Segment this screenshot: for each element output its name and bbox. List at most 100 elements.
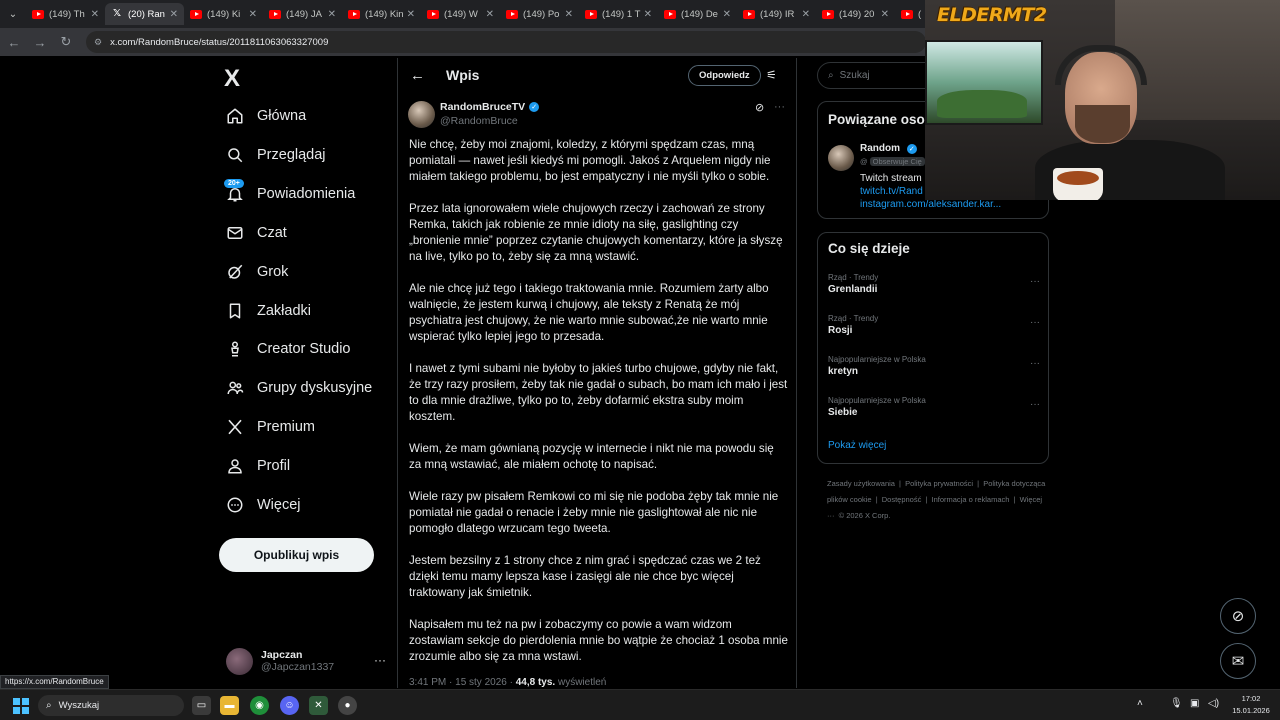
bookmark-icon bbox=[224, 300, 246, 322]
x-logo-icon[interactable]: X bbox=[224, 65, 240, 93]
close-tab-icon[interactable]: ✕ bbox=[249, 9, 257, 20]
view-count: 44,8 tys. bbox=[515, 677, 556, 688]
site-info-icon[interactable]: ⚙ bbox=[94, 37, 102, 48]
browser-tab[interactable]: (149) Th ✕ bbox=[26, 3, 105, 25]
close-tab-icon[interactable]: ✕ bbox=[407, 9, 415, 20]
close-tab-icon[interactable]: ✕ bbox=[644, 9, 652, 20]
back-arrow-icon[interactable]: ← bbox=[410, 67, 425, 84]
footer-link[interactable]: © 2026 X Corp. bbox=[839, 511, 891, 520]
browser-tab[interactable]: (149) Po ✕ bbox=[500, 3, 579, 25]
more-icon[interactable]: ··· bbox=[1030, 276, 1040, 287]
browser-tab[interactable]: (149) Kin ✕ bbox=[342, 3, 421, 25]
footer-link[interactable]: Zasady użytkowania bbox=[827, 479, 895, 488]
home-icon bbox=[224, 105, 246, 127]
post-timestamp[interactable]: 3:41 PM · 15 sty 2026 · bbox=[409, 677, 516, 688]
obs-icon[interactable]: ● bbox=[338, 696, 357, 715]
browser-tab[interactable]: (149) 20 ✕ bbox=[816, 3, 895, 25]
reload-icon[interactable]: ↻ bbox=[54, 30, 78, 54]
display-icon[interactable]: ▣ bbox=[1190, 698, 1199, 709]
sidebar-item-bookmark[interactable]: Zakładki bbox=[224, 293, 311, 329]
trend-item[interactable]: Najpopularniejsze w Polska kretyn ··· bbox=[828, 355, 1040, 377]
browser-tab[interactable]: (149) W ✕ bbox=[421, 3, 500, 25]
taskbar-clock[interactable]: 17:02 15.01.2026 bbox=[1228, 693, 1274, 717]
chrome-icon[interactable]: ◉ bbox=[250, 696, 269, 715]
grok-explain-icon[interactable]: ⊘ bbox=[755, 101, 764, 114]
post-paragraph: I nawet z tymi subami nie byłoby to jaki… bbox=[409, 362, 788, 423]
sidebar-item-bell[interactable]: 20+ Powiadomienia bbox=[224, 176, 355, 212]
trend-item[interactable]: Najpopularniejsze w Polska Siebie ··· bbox=[828, 396, 1040, 418]
sidebar-item-label: Premium bbox=[257, 419, 316, 436]
file-explorer-icon[interactable]: ▬ bbox=[220, 696, 239, 715]
avatar[interactable] bbox=[828, 145, 854, 171]
more-icon[interactable]: ··· bbox=[1030, 399, 1040, 410]
sidebar-item-creator[interactable]: Creator Studio bbox=[224, 331, 351, 367]
tray-chevron-icon[interactable]: ˄ bbox=[1137, 698, 1143, 709]
sidebar-item-profile[interactable]: Profil bbox=[224, 448, 290, 484]
close-tab-icon[interactable]: ✕ bbox=[328, 9, 336, 20]
close-tab-icon[interactable]: ✕ bbox=[91, 9, 99, 20]
author-handle[interactable]: @RandomBruce bbox=[440, 115, 518, 127]
messages-fab-icon[interactable]: ✉ bbox=[1220, 643, 1256, 679]
sidebar-item-home[interactable]: Główna bbox=[224, 98, 306, 134]
filter-sliders-icon[interactable]: ⚟ bbox=[766, 68, 777, 82]
sidebar-item-grok[interactable]: Grok bbox=[224, 254, 288, 290]
close-tab-icon[interactable]: ✕ bbox=[565, 9, 573, 20]
browser-tab[interactable]: 𝕏 (20) Ran ✕ bbox=[105, 3, 184, 25]
url-field[interactable]: ⚙ x.com/RandomBruce/status/2011811063063… bbox=[86, 31, 926, 53]
trend-item[interactable]: Rząd · Trendy Rosji ··· bbox=[828, 314, 1040, 336]
browser-tab[interactable]: (149) Ki ✕ bbox=[184, 3, 263, 25]
trend-name: Grenlandii bbox=[828, 284, 878, 295]
footer-link[interactable]: Polityka prywatności bbox=[905, 479, 973, 488]
page-title: Wpis bbox=[446, 67, 480, 83]
clock-date: 15.01.2026 bbox=[1232, 706, 1270, 715]
account-switcher[interactable]: Japczan @Japczan1337 ··· bbox=[226, 643, 386, 679]
youtube-favicon-icon bbox=[32, 9, 44, 19]
author-name[interactable]: RandomBruceTV ✓ bbox=[440, 101, 540, 113]
more-icon[interactable]: ··· bbox=[1030, 317, 1040, 328]
footer-link[interactable]: Informacja o reklamach bbox=[932, 495, 1010, 504]
webcam-overlay: ELDERMT2 bbox=[925, 0, 1280, 200]
youtube-favicon-icon bbox=[901, 9, 913, 19]
browser-tab[interactable]: (149) IR ✕ bbox=[737, 3, 816, 25]
discord-icon[interactable]: ☺ bbox=[280, 696, 299, 715]
creator-icon bbox=[224, 338, 246, 360]
more-icon[interactable]: ··· bbox=[1030, 358, 1040, 369]
sidebar-item-mail[interactable]: Czat bbox=[224, 215, 287, 251]
close-tab-icon[interactable]: ✕ bbox=[486, 9, 494, 20]
views-label: wyświetleń bbox=[557, 677, 607, 688]
author-avatar[interactable] bbox=[408, 101, 435, 128]
reply-button[interactable]: Odpowiedz bbox=[688, 65, 761, 86]
close-tab-icon[interactable]: ✕ bbox=[802, 9, 810, 20]
show-more-link[interactable]: Pokaż więcej bbox=[828, 440, 886, 451]
close-tab-icon[interactable]: ✕ bbox=[881, 9, 889, 20]
more-icon[interactable]: ··· bbox=[774, 101, 785, 113]
sidebar-item-more-circle[interactable]: Więcej bbox=[224, 487, 301, 523]
trend-item[interactable]: Rząd · Trendy Grenlandii ··· bbox=[828, 273, 1040, 295]
sidebar-item-x-premium[interactable]: Premium bbox=[224, 409, 315, 445]
more-icon[interactable]: ··· bbox=[374, 653, 386, 667]
back-arrow-icon[interactable]: ← bbox=[2, 30, 26, 54]
microphone-icon[interactable]: 🎙 bbox=[1170, 698, 1183, 709]
task-view-icon[interactable]: ▭ bbox=[192, 696, 211, 715]
related-name[interactable]: Random ✓ bbox=[860, 143, 917, 154]
sidebar-item-groups[interactable]: Grupy dyskusyjne bbox=[224, 370, 372, 406]
grok-fab-icon[interactable]: ⊘ bbox=[1220, 598, 1256, 634]
footer-links: Zasady użytkowania | Polityka prywatnośc… bbox=[827, 476, 1047, 524]
browser-tab[interactable]: (149) 1 T ✕ bbox=[579, 3, 658, 25]
forward-arrow-icon[interactable]: → bbox=[28, 30, 52, 54]
publish-post-button[interactable]: Opublikuj wpis bbox=[219, 538, 374, 572]
tab-search-chevron-icon[interactable]: ⌄ bbox=[0, 0, 26, 28]
close-tab-icon[interactable]: ✕ bbox=[723, 9, 731, 20]
browser-tab[interactable]: (149) De ✕ bbox=[658, 3, 737, 25]
youtube-favicon-icon bbox=[190, 9, 202, 19]
excel-icon[interactable]: ✕ bbox=[309, 696, 328, 715]
sidebar-item-search[interactable]: Przeglądaj bbox=[224, 137, 326, 173]
close-tab-icon[interactable]: ✕ bbox=[170, 9, 178, 20]
volume-icon[interactable]: ◁) bbox=[1208, 698, 1219, 709]
browser-tab[interactable]: (149) JA ✕ bbox=[263, 3, 342, 25]
sidebar-item-label: Czat bbox=[257, 224, 287, 241]
windows-start-icon[interactable] bbox=[13, 698, 29, 714]
footer-link[interactable]: Dostępność bbox=[882, 495, 922, 504]
taskbar-search[interactable]: ⌕ Wyszukaj bbox=[38, 695, 184, 716]
status-url-tooltip: https://x.com/RandomBruce bbox=[0, 675, 109, 689]
